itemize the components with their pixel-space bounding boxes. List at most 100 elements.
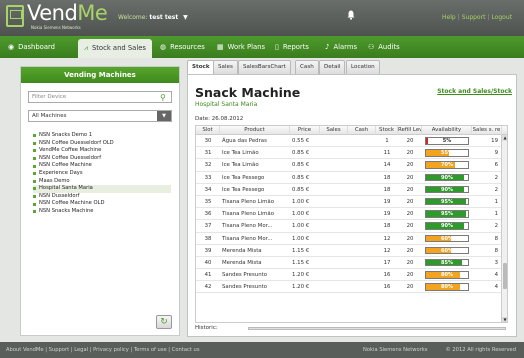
cell-price: 0.55 € (292, 138, 310, 144)
nav-reports[interactable]: ▯ Reports (275, 36, 309, 58)
table-row[interactable]: 30 Água das Pedras 0.55 € 1 20 5% 19 (196, 135, 507, 148)
table-row[interactable]: 42 Sandes Presunto 1.20 € 16 20 80% 4 (196, 281, 507, 294)
cell-product: Merenda Mista (222, 259, 262, 266)
nav-resources[interactable]: ◍ Resources (160, 36, 205, 58)
machine-list-item[interactable]: NSN Snacks Demo 1 (33, 132, 171, 140)
filter-device-input[interactable]: Filter Device ⚲ (28, 91, 172, 103)
table-row[interactable]: 31 Ice Tea Limão 0.85 € 11 20 55% 9 (196, 147, 507, 160)
historic-slider[interactable] (248, 327, 506, 330)
scroll-up-icon[interactable]: ▲ (502, 135, 507, 141)
cell-price: 1.15 € (292, 259, 310, 266)
cell-slot: 37 (204, 223, 212, 230)
table-row[interactable]: 36 Tisana Pleno Limão 1.00 € 19 20 95% 1 (196, 208, 507, 221)
table-row[interactable]: 37 Tisana Pleno Mor... 1.00 € 18 20 90% 2 (196, 220, 507, 233)
col-refill-level[interactable]: Refill Lev (398, 126, 422, 135)
machine-list-item[interactable]: VendMe Coffee Machine (33, 147, 171, 155)
cell-cash (350, 147, 374, 159)
machine-list-item[interactable]: Hospital Santa Maria (33, 185, 171, 193)
availability-bar: 85% (425, 258, 469, 267)
welcome-user-menu[interactable]: Welcome: test test ▼ (118, 14, 188, 21)
col-sales[interactable]: Sales (320, 126, 348, 135)
footer-link[interactable]: Privacy policy (93, 347, 129, 353)
cell-product: Sandes Presunto (222, 272, 268, 279)
availability-label: 90% (441, 174, 453, 181)
cell-stock: 17 (383, 259, 391, 266)
machine-list-item[interactable]: NSN Coffee Machine OLD (33, 200, 171, 208)
col-cash[interactable]: Cash (348, 126, 376, 135)
nav-alarms[interactable]: ♪ Alarms (325, 36, 357, 58)
machine-list-item[interactable]: NSN Dusseldorf (33, 193, 171, 201)
search-icon[interactable]: ⚲ (160, 93, 169, 102)
bell-icon[interactable] (347, 10, 355, 20)
tab-sales-bars-chart[interactable]: SalesBarsChart (238, 60, 291, 74)
machine-list-item[interactable]: NSN Coffee Duesseldorf OLD (33, 140, 171, 148)
footer-link[interactable]: Legal (74, 347, 88, 353)
scroll-thumb[interactable] (503, 263, 507, 289)
tab-location-sales[interactable]: Location Sales (346, 60, 380, 83)
nav-audits[interactable]: ⚇ Audits (368, 36, 400, 58)
breadcrumb-link[interactable]: Stock and Sales/Stock (437, 88, 512, 95)
table-row[interactable]: 32 Ice Tea Limão 0.85 € 14 20 70% 6 (196, 159, 507, 172)
cell-price: 1.20 € (292, 272, 310, 279)
cell-price: 1.00 € (292, 211, 310, 218)
cell-slot: 41 (204, 272, 212, 279)
tab-detail[interactable]: Detail (319, 60, 346, 74)
col-slot[interactable]: Slot (196, 126, 220, 135)
machine-list-item[interactable]: NSN Coffee Duesseldorf (33, 155, 171, 163)
table-row[interactable]: 33 Ice Tea Pessego 0.85 € 18 20 90% 2 (196, 172, 507, 184)
table-row[interactable]: 38 Tisana Pleno Mor... 1.00 € 12 20 60% 8 (196, 233, 507, 245)
tab-stock[interactable]: Stock (187, 60, 215, 75)
cell-sales (322, 159, 346, 171)
cell-product: Tisana Pleno Mor... (222, 223, 273, 230)
col-product[interactable]: Product (220, 126, 290, 135)
cell-sales (322, 172, 346, 184)
cell-stock: 16 (383, 272, 391, 279)
cell-slot: 33 (204, 174, 212, 181)
machine-list-item[interactable]: NSN Coffee Machine (33, 162, 171, 170)
availability-bar: 70% (425, 161, 469, 169)
col-availability[interactable]: Availability (422, 126, 472, 135)
tab-cash[interactable]: Cash (295, 60, 319, 74)
table-body: 30 Água das Pedras 0.55 €1 20 5% 19 31 Ice Tea … (196, 135, 507, 294)
tab-sales[interactable]: Sales (213, 60, 238, 74)
machine-list-item[interactable]: Maas Demo (33, 178, 171, 186)
cell-refill: 20 (406, 150, 414, 157)
nav-dashboard[interactable]: ◉ Dashboard (8, 36, 55, 58)
top-links: Help | Support | Logout (441, 14, 512, 21)
cell-refill: 20 (406, 259, 414, 266)
machine-list-item[interactable]: NSN Snacks Machine (33, 208, 171, 216)
table-row[interactable]: 40 Merenda Mista 1.15 € 17 20 85% 3 (196, 257, 507, 270)
footer-link[interactable]: Terms of use (134, 347, 167, 353)
table-scrollbar[interactable]: ▲ ▼ (501, 135, 507, 322)
cell-cash (350, 233, 374, 245)
refresh-button[interactable]: ↻ (156, 315, 172, 329)
table-row[interactable]: 35 Tisana Pleno Limão 1.00 € 19 20 95% 1 (196, 196, 507, 209)
nav-work-plans[interactable]: ▦ Work Plans (217, 36, 265, 58)
app-logo[interactable]: VendMe (27, 1, 108, 25)
machine-list-item[interactable]: Experience Days (33, 170, 171, 178)
logout-link[interactable]: Logout (491, 14, 512, 21)
table-row[interactable]: 34 Ice Tea Pessego 0.85 € 18 20 90% 2 (196, 184, 507, 196)
nav-stock-and-sales[interactable]: ⩘ Stock and Sales (78, 39, 152, 58)
availability-label: 60% (441, 247, 453, 254)
cell-sales (322, 233, 346, 245)
machines-select[interactable]: All Machines ▼ (28, 110, 172, 122)
support-link[interactable]: Support (462, 14, 486, 21)
help-link[interactable]: Help (442, 14, 456, 21)
cell-stock: 18 (383, 174, 391, 181)
col-sales-since-refill[interactable]: Sales s. re (472, 126, 502, 135)
cell-product: Sandes Presunto (222, 284, 268, 291)
table-row[interactable]: 41 Sandes Presunto 1.20 € 16 20 80% 4 (196, 269, 507, 282)
col-price[interactable]: Price (290, 126, 320, 135)
footer-link[interactable]: Support (49, 347, 70, 353)
col-stock[interactable]: Stock (376, 126, 398, 135)
cell-refill: 20 (406, 223, 414, 230)
table-row[interactable]: 39 Merenda Mista 1.15 € 12 20 60% 8 (196, 245, 507, 257)
cell-sales (322, 184, 346, 196)
stock-table: Slot Product Price Sales Cash Stock Refi… (195, 125, 508, 323)
cell-stock: 14 (383, 162, 391, 169)
page-title: Snack Machine (195, 85, 301, 100)
scroll-down-icon[interactable]: ▼ (502, 317, 507, 322)
footer-link[interactable]: Contact us (172, 347, 200, 353)
footer-link[interactable]: About VendMe (6, 347, 44, 353)
